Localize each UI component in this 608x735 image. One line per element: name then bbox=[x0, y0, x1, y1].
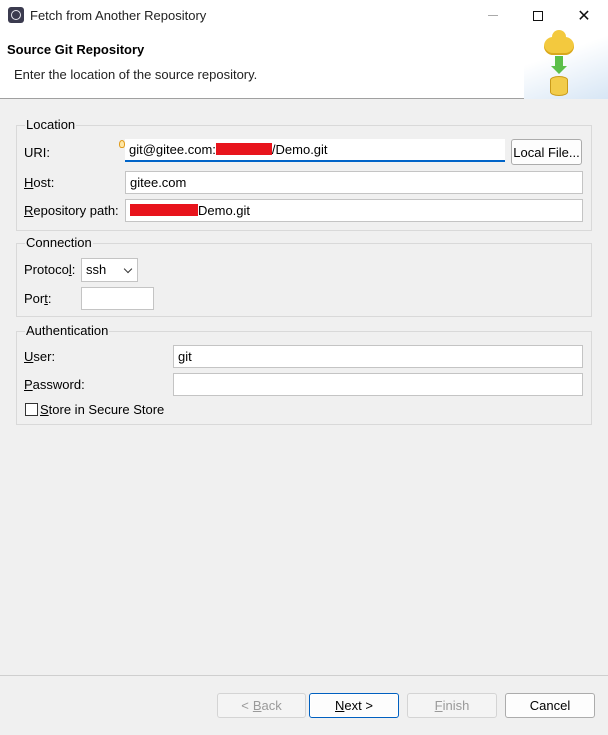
page-description: Enter the location of the source reposit… bbox=[14, 67, 258, 82]
repository-fetch-illustration bbox=[524, 30, 608, 99]
redacted-path bbox=[130, 204, 198, 216]
host-input[interactable]: gitee.com bbox=[125, 171, 583, 194]
password-input[interactable] bbox=[173, 373, 583, 396]
host-value: gitee.com bbox=[130, 175, 187, 190]
title-bar: Fetch from Another Repository ✕ bbox=[0, 0, 608, 31]
repository-path-value-end: Demo.git bbox=[198, 203, 251, 218]
uri-value-end: /Demo.git bbox=[271, 142, 328, 157]
user-input[interactable]: git bbox=[173, 345, 583, 368]
close-icon: ✕ bbox=[577, 7, 591, 25]
chevron-down-icon bbox=[123, 264, 133, 274]
secure-store-checkbox[interactable] bbox=[25, 403, 38, 416]
database-icon bbox=[550, 76, 568, 96]
repository-path-label: Repository path: bbox=[24, 203, 119, 218]
repository-path-input[interactable]: Demo.git bbox=[125, 199, 583, 222]
next-button[interactable]: Next > bbox=[309, 693, 399, 718]
redacted-username bbox=[215, 143, 272, 155]
minimize-button[interactable] bbox=[470, 0, 516, 31]
user-value: git bbox=[178, 349, 192, 364]
password-label: Password: bbox=[24, 377, 85, 392]
finish-button[interactable]: Finish bbox=[407, 693, 497, 718]
back-button[interactable]: < Back bbox=[217, 693, 306, 718]
page-title: Source Git Repository bbox=[7, 42, 145, 57]
window-title: Fetch from Another Repository bbox=[30, 8, 207, 23]
protocol-value: ssh bbox=[86, 262, 107, 277]
location-legend: Location bbox=[25, 117, 77, 132]
host-label: Host: bbox=[24, 175, 55, 190]
user-label: User: bbox=[24, 349, 56, 364]
connection-legend: Connection bbox=[25, 235, 93, 250]
footer-divider bbox=[0, 675, 608, 676]
uri-input[interactable]: git@gitee.com: /Demo.git bbox=[125, 139, 505, 162]
minimize-icon bbox=[488, 15, 498, 16]
cancel-button[interactable]: Cancel bbox=[505, 693, 595, 718]
protocol-label: Protocol: bbox=[24, 262, 76, 277]
close-button[interactable]: ✕ bbox=[561, 0, 607, 31]
maximize-button[interactable] bbox=[515, 0, 561, 31]
port-input[interactable] bbox=[81, 287, 154, 310]
authentication-legend: Authentication bbox=[25, 323, 110, 338]
eclipse-app-icon bbox=[8, 7, 24, 23]
uri-value-start: git@gitee.com: bbox=[129, 142, 216, 157]
download-arrow-icon bbox=[551, 56, 567, 74]
uri-label: URI: bbox=[24, 145, 50, 160]
cloud-icon bbox=[544, 30, 574, 55]
wizard-banner: Source Git Repository Enter the location… bbox=[0, 30, 608, 99]
port-label: Port: bbox=[24, 291, 52, 306]
protocol-select[interactable]: ssh bbox=[81, 258, 138, 282]
local-file-button[interactable]: Local File... bbox=[511, 139, 582, 165]
maximize-icon bbox=[533, 10, 543, 21]
secure-store-label[interactable]: Store in Secure Store bbox=[40, 402, 164, 417]
